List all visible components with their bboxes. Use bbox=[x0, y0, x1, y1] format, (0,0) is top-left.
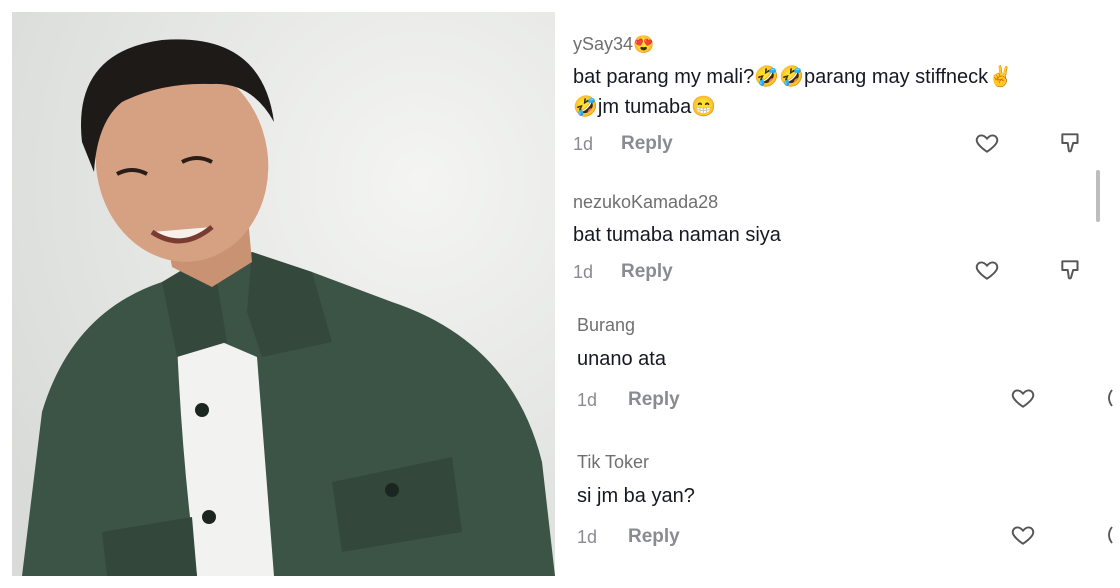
comment-text-line: 🤣jm tumaba😁 bbox=[573, 96, 717, 118]
comment-text-line: si jm ba yan? bbox=[577, 485, 695, 507]
reply-button[interactable]: Reply bbox=[621, 133, 673, 155]
comment-text-line: unano ata bbox=[577, 348, 666, 370]
heart-icon[interactable] bbox=[1010, 522, 1036, 548]
photo-illustration bbox=[12, 12, 555, 576]
comment-time: 1d bbox=[573, 133, 594, 154]
thumbs-down-icon[interactable] bbox=[1102, 522, 1114, 548]
reply-button[interactable]: Reply bbox=[621, 261, 673, 283]
thumbs-down-icon[interactable] bbox=[1102, 385, 1114, 411]
profile-photo bbox=[12, 12, 555, 576]
comment-username[interactable]: nezukoKamada28 bbox=[573, 192, 718, 213]
comment-username[interactable]: Burang bbox=[577, 315, 635, 336]
comment-time: 1d bbox=[573, 261, 594, 282]
heart-icon[interactable] bbox=[974, 257, 1000, 283]
thumbs-down-icon[interactable] bbox=[1058, 257, 1084, 283]
comment-meta: 1d Reply bbox=[573, 261, 673, 283]
comment-time: 1d bbox=[577, 389, 598, 410]
thumbs-down-icon[interactable] bbox=[1058, 130, 1084, 156]
username-text[interactable]: Burang bbox=[577, 315, 635, 335]
comment-meta: 1d Reply bbox=[577, 389, 680, 411]
scrollbar[interactable] bbox=[1096, 170, 1100, 222]
username-emoji: 😍 bbox=[633, 35, 655, 54]
username-text[interactable]: nezukoKamada28 bbox=[573, 192, 718, 212]
reply-button[interactable]: Reply bbox=[628, 526, 680, 548]
comment-time: 1d bbox=[577, 526, 598, 547]
comment-meta: 1d Reply bbox=[573, 133, 673, 155]
heart-icon[interactable] bbox=[1010, 385, 1036, 411]
comment-username[interactable]: Tik Toker bbox=[577, 452, 649, 473]
comment-meta: 1d Reply bbox=[577, 526, 680, 548]
comment-text-line: bat parang my mali?🤣🤣parang may stiffnec… bbox=[573, 66, 1014, 88]
username-text[interactable]: ySay34 bbox=[573, 34, 633, 54]
heart-icon[interactable] bbox=[974, 130, 1000, 156]
reply-button[interactable]: Reply bbox=[628, 389, 680, 411]
comments-panel: ySay34😍 bat parang my mali?🤣🤣parang may … bbox=[556, 0, 1120, 588]
comment-username[interactable]: ySay34😍 bbox=[573, 34, 654, 55]
username-text[interactable]: Tik Toker bbox=[577, 452, 649, 472]
comment-text-line: bat tumaba naman siya bbox=[573, 224, 781, 246]
